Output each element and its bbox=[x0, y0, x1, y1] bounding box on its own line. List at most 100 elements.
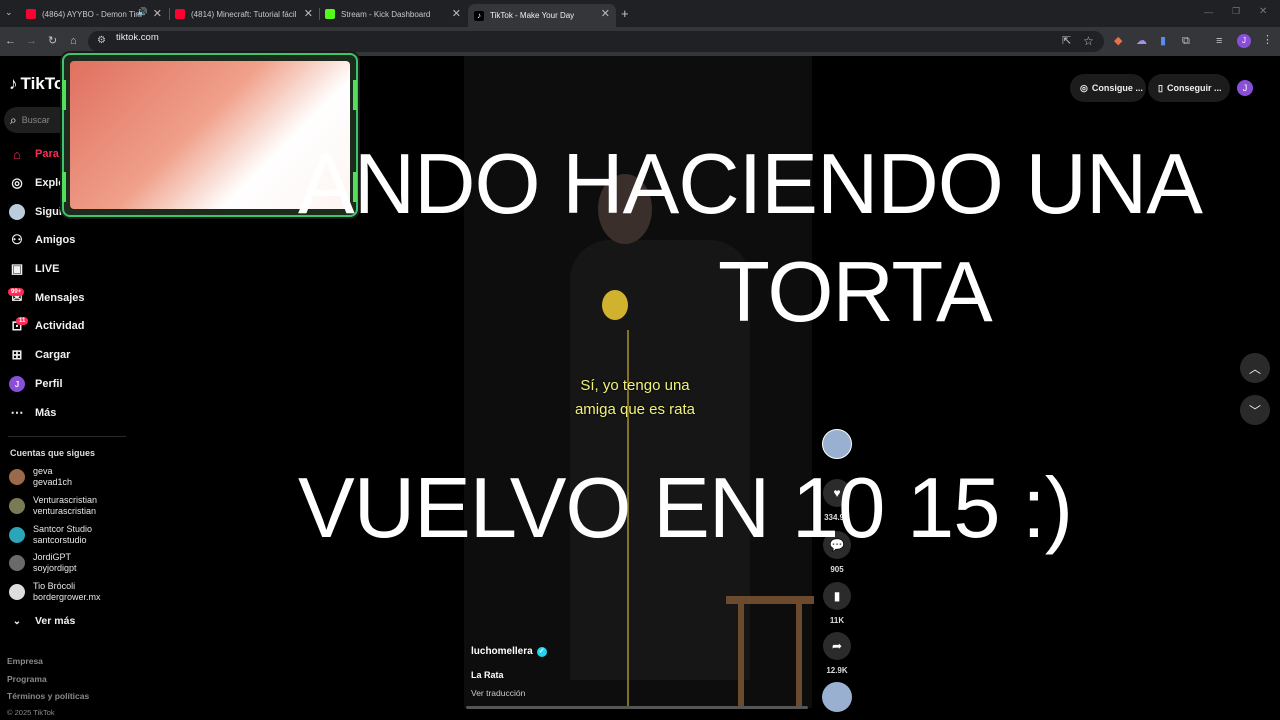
video-caption: La Rata bbox=[471, 670, 504, 680]
sidebar-item-profile[interactable]: J Perfil bbox=[9, 376, 63, 392]
avatar bbox=[9, 498, 25, 514]
share-icon: ➦ bbox=[823, 632, 851, 660]
share-action[interactable]: ➦ 12.9K bbox=[822, 632, 852, 675]
close-tab-icon[interactable]: ✕ bbox=[153, 7, 162, 20]
extension-cloud-icon[interactable]: ☁ bbox=[1136, 36, 1147, 47]
sidebar-divider bbox=[8, 436, 126, 437]
verified-icon: ✓ bbox=[536, 646, 547, 657]
extensions-puzzle-icon[interactable]: ⧉ bbox=[1182, 36, 1190, 47]
chevron-down-icon: ⌄ bbox=[12, 615, 22, 627]
site-info-icon[interactable]: ⚙ bbox=[97, 36, 106, 46]
friends-icon: ⚇ bbox=[11, 232, 23, 247]
omnibox[interactable] bbox=[88, 31, 1104, 52]
home-icon: ⌂ bbox=[13, 146, 21, 162]
close-tab-icon[interactable]: ✕ bbox=[304, 7, 313, 20]
overlay-accent bbox=[62, 80, 66, 110]
video-subtitle: Sí, yo tengo una amiga que es rata bbox=[574, 377, 696, 418]
youtube-icon bbox=[26, 9, 36, 19]
video-progress-bar[interactable] bbox=[466, 706, 808, 709]
followed-account[interactable]: JordiGPT soyjordigpt bbox=[9, 552, 77, 574]
tab-youtube-1[interactable]: (4864) AYYBO - Demon Tim 🔊 ✕ bbox=[22, 4, 168, 24]
youtube-icon bbox=[175, 9, 185, 19]
install-app-icon[interactable]: ⇱ bbox=[1062, 36, 1071, 47]
tab-kick[interactable]: Stream - Kick Dashboard ✕ bbox=[321, 4, 467, 24]
author-avatar[interactable] bbox=[822, 429, 852, 459]
browser-tab-strip: ⌄ (4864) AYYBO - Demon Tim 🔊 ✕ (4814) Mi… bbox=[0, 0, 1280, 27]
video-author[interactable]: luchomellera ✓ bbox=[471, 646, 547, 657]
home-browser-icon[interactable]: ⌂ bbox=[70, 36, 77, 47]
following-icon bbox=[9, 204, 25, 220]
following-title: Cuentas que sigues bbox=[10, 448, 96, 458]
followed-account[interactable]: Tio Brócoli bordergrower.mx bbox=[9, 581, 101, 603]
extension-fox-icon[interactable]: ◆ bbox=[1114, 36, 1122, 47]
sidebar-item-for-you[interactable]: ⌂ Para ti bbox=[9, 146, 69, 162]
live-icon: ▣ bbox=[10, 261, 24, 276]
see-more-button[interactable]: ⌄ Ver más bbox=[9, 613, 76, 629]
tiktok-note-icon: ♪ bbox=[9, 74, 18, 93]
compass-icon: ◎ bbox=[11, 175, 23, 190]
back-icon[interactable]: ← bbox=[5, 36, 16, 47]
tiktok-icon: ♪ bbox=[474, 10, 484, 21]
avatar bbox=[9, 469, 25, 485]
extension-shield-icon[interactable]: ▮ bbox=[1160, 36, 1166, 47]
footer-link[interactable]: Empresa bbox=[7, 656, 43, 666]
close-tab-icon[interactable]: ✕ bbox=[452, 7, 461, 20]
sidebar-item-friends[interactable]: ⚇ Amigos bbox=[9, 232, 75, 248]
new-tab-button[interactable]: + bbox=[621, 7, 629, 20]
get-app-button[interactable]: ▯ Conseguir ... bbox=[1148, 74, 1230, 102]
followed-account[interactable]: Santcor Studio santcorstudio bbox=[9, 524, 92, 546]
translate-link[interactable]: Ver traducción bbox=[471, 688, 525, 698]
close-tab-icon[interactable]: ✕ bbox=[601, 7, 610, 20]
bookmark-star-icon[interactable]: ☆ bbox=[1083, 35, 1094, 47]
avatar bbox=[9, 527, 25, 543]
more-icon: ⋯ bbox=[10, 405, 24, 420]
profile-icon: J bbox=[9, 376, 25, 392]
tab-list-icon[interactable]: ≡ bbox=[1216, 36, 1222, 47]
overlay-text-line2: TORTA bbox=[718, 245, 993, 340]
overlay-text-line1: ANDO HACIENDO UNA bbox=[298, 137, 1203, 232]
chevron-down-icon: ﹀ bbox=[1248, 403, 1261, 418]
footer-link[interactable]: Términos y políticas bbox=[7, 691, 89, 701]
messages-badge: 99+ bbox=[8, 288, 25, 296]
sidebar-item-live[interactable]: ▣ LIVE bbox=[9, 261, 60, 277]
kick-icon bbox=[325, 9, 335, 19]
url-text[interactable]: tiktok.com bbox=[116, 32, 159, 43]
copyright: © 2025 TikTok bbox=[7, 708, 55, 717]
followed-account[interactable]: Venturascristian venturascristian bbox=[9, 495, 97, 517]
next-video-button[interactable]: ﹀ bbox=[1240, 395, 1270, 425]
save-action[interactable]: ▮ 11K bbox=[822, 582, 852, 625]
tiktok-profile-avatar[interactable]: J bbox=[1237, 80, 1253, 96]
bookmark-icon: ▮ bbox=[823, 582, 851, 610]
activity-badge: 11 bbox=[16, 317, 29, 325]
sidebar-item-upload[interactable]: ⊞ Cargar bbox=[9, 347, 71, 363]
browser-profile-avatar[interactable]: J bbox=[1237, 34, 1251, 48]
phone-icon: ▯ bbox=[1158, 82, 1163, 93]
tab-search-icon[interactable]: ⌄ bbox=[5, 8, 13, 17]
chevron-up-icon: ︿ bbox=[1248, 361, 1261, 376]
music-disc-icon[interactable] bbox=[822, 682, 852, 712]
maximize-icon[interactable]: ❐ bbox=[1232, 7, 1240, 16]
microphone bbox=[602, 290, 628, 320]
reload-icon[interactable]: ↻ bbox=[48, 36, 57, 47]
coin-icon: ◎ bbox=[1080, 82, 1088, 93]
overlay-accent bbox=[353, 80, 357, 110]
browser-menu-icon[interactable]: ⋮ bbox=[1262, 35, 1273, 46]
avatar bbox=[9, 584, 25, 600]
stool-leg bbox=[796, 604, 802, 708]
footer-link[interactable]: Programa bbox=[7, 674, 47, 684]
tab-tiktok[interactable]: ♪ TikTok - Make Your Day ✕ bbox=[468, 4, 616, 27]
overlay-text-line3: VUELVO EN 10 15 :) bbox=[298, 461, 1073, 556]
get-coins-button[interactable]: ◎ Consigue ... bbox=[1070, 74, 1146, 102]
forward-icon[interactable]: → bbox=[26, 36, 37, 47]
close-window-icon[interactable]: ✕ bbox=[1259, 7, 1267, 17]
previous-video-button[interactable]: ︿ bbox=[1240, 353, 1270, 383]
stool-leg bbox=[738, 604, 744, 708]
stool-top bbox=[726, 596, 814, 604]
minimize-icon[interactable]: — bbox=[1204, 8, 1213, 17]
speaker-icon[interactable]: 🔊 bbox=[137, 8, 148, 17]
sidebar-item-more[interactable]: ⋯ Más bbox=[9, 405, 57, 421]
followed-account[interactable]: geva gevad1ch bbox=[9, 466, 72, 488]
overlay-accent bbox=[62, 172, 66, 202]
tab-youtube-2[interactable]: (4814) Minecraft: Tutorial fácil ✕ bbox=[171, 4, 319, 24]
search-icon: ⌕ bbox=[10, 112, 17, 127]
